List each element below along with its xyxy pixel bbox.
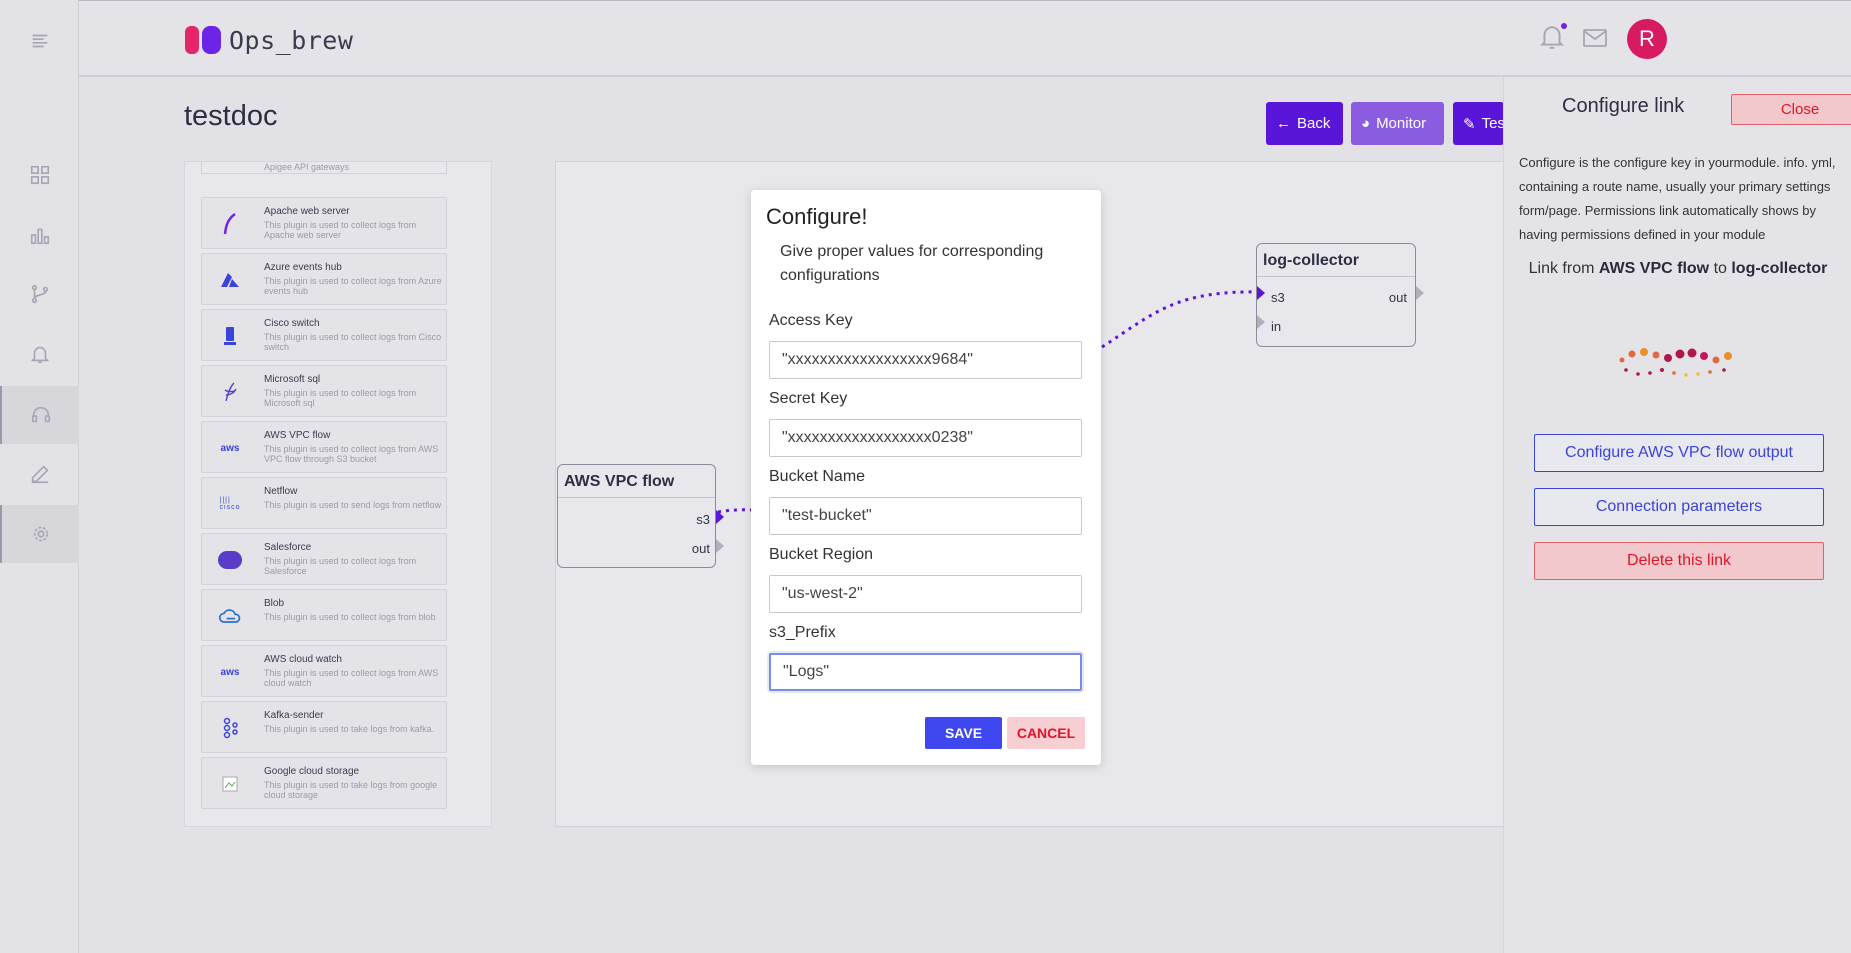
node-log-collector[interactable]: log-collector s3 in out: [1256, 243, 1424, 347]
panel-title: Configure link: [1562, 95, 1685, 117]
list-item[interactable]: Apache web server This plugin is used to…: [201, 197, 447, 249]
top-bar: Ops_brew R: [79, 0, 1851, 77]
port-in: in: [1271, 319, 1282, 334]
port-in-handle[interactable]: [1257, 315, 1265, 329]
bell-icon: [30, 346, 49, 364]
cancel-button[interactable]: CANCEL: [1007, 717, 1085, 749]
list-item[interactable]: |||| cisco Netflow This plugin is used to…: [201, 477, 447, 529]
messages-button[interactable]: [1582, 27, 1608, 49]
list-item[interactable]: Apigee API gateways: [201, 162, 447, 174]
list-item[interactable]: Google cloud storage This plugin is used…: [201, 757, 447, 809]
secret-key-label: Secret Key: [769, 390, 848, 407]
list-item[interactable]: Microsoft sql This plugin is used to col…: [201, 365, 447, 417]
connection-parameters-button[interactable]: Connection parameters: [1534, 488, 1824, 526]
sidebar-item-settings[interactable]: [0, 505, 79, 563]
app-logo[interactable]: Ops_brew: [185, 25, 353, 55]
port-out: out: [691, 541, 710, 556]
link-to: log-collector: [1731, 260, 1828, 277]
bucket-region-label: Bucket Region: [769, 546, 874, 563]
chart-icon: [30, 228, 49, 245]
sidebar-item-analytics[interactable]: [0, 206, 79, 264]
list-item[interactable]: Salesforce This plugin is used to collec…: [201, 533, 447, 585]
azure-icon: [218, 268, 242, 292]
notification-dot: [1561, 23, 1567, 29]
sidebar-item-dashboard[interactable]: [0, 146, 79, 204]
port-s3-handle[interactable]: [716, 510, 724, 524]
aws-icon: aws: [220, 666, 240, 678]
edit-icon: [31, 465, 49, 484]
port-out-handle[interactable]: [1416, 286, 1424, 300]
cloud-icon: [218, 604, 242, 628]
link-summary: Link from AWS VPC flow to log-collector: [1528, 260, 1828, 277]
list-item[interactable]: Blob This plugin is used to collect logs…: [201, 589, 447, 641]
kafka-icon: [218, 716, 242, 740]
close-button[interactable]: Close: [1731, 94, 1851, 125]
list-item[interactable]: Kafka-sender This plugin is used to take…: [201, 701, 447, 753]
access-key-field[interactable]: [769, 341, 1082, 379]
logo-icon: [185, 25, 221, 55]
monitor-button[interactable]: ◕ Monitor: [1351, 102, 1444, 145]
salesforce-icon: [218, 548, 242, 572]
sidebar-item-support[interactable]: [0, 386, 79, 444]
list-item[interactable]: aws AWS VPC flow This plugin is used to …: [201, 421, 447, 473]
switch-icon: [218, 324, 242, 348]
delete-link-button[interactable]: Delete this link: [1534, 542, 1824, 580]
pencil-icon: ✎: [1463, 115, 1476, 133]
sql-icon: [218, 380, 242, 404]
headset-icon: [31, 406, 50, 423]
list-item[interactable]: aws AWS cloud watch This plugin is used …: [201, 645, 447, 697]
page-title: testdoc: [184, 100, 278, 132]
broken-image-icon: [218, 772, 242, 796]
sidebar: [0, 0, 79, 953]
feather-icon: [218, 212, 242, 236]
list-item[interactable]: Azure events hub This plugin is used to …: [201, 253, 447, 305]
arrow-left-icon: ←: [1276, 115, 1291, 132]
port-s3: s3: [696, 512, 710, 527]
list-item[interactable]: Cisco switch This plugin is used to coll…: [201, 309, 447, 361]
sidebar-item-alerts[interactable]: [0, 325, 79, 383]
mail-icon: [1583, 29, 1607, 47]
branch-icon: [31, 284, 48, 304]
port-out: out: [1388, 290, 1407, 305]
panel-description: Configure is the configure key in yourmo…: [1519, 155, 1836, 242]
configure-output-button[interactable]: Configure AWS VPC flow output: [1534, 434, 1824, 472]
link-from: AWS VPC flow: [1598, 260, 1710, 277]
avatar[interactable]: R: [1627, 19, 1667, 59]
bucket-name-label: Bucket Name: [769, 468, 866, 485]
menu-toggle-button[interactable]: [0, 12, 79, 70]
back-button[interactable]: ← Back: [1266, 102, 1343, 145]
cisco-icon: |||| cisco: [219, 497, 241, 511]
aws-icon: aws: [220, 442, 240, 454]
port-s3-in: s3: [1271, 290, 1285, 305]
menu-icon: [32, 34, 47, 48]
bucket-region-field[interactable]: [769, 575, 1082, 613]
port-out-handle[interactable]: [716, 539, 724, 553]
test-button[interactable]: ✎ Test: [1453, 102, 1504, 145]
bucket-name-field[interactable]: [769, 497, 1082, 535]
dialog-subtitle: Give proper values for corresponding con…: [780, 243, 1044, 284]
port-s3-in-handle[interactable]: [1257, 286, 1265, 300]
node-aws-vpc-flow[interactable]: AWS VPC flow s3 out: [557, 464, 724, 568]
pie-chart-icon: ◕: [1361, 115, 1371, 132]
dashboard-icon: [30, 165, 49, 185]
sidebar-item-editor[interactable]: [0, 445, 79, 503]
configure-dialog: Configure! Give proper values for corres…: [751, 190, 1101, 765]
plugin-list: Apigee API gateways Apache web server Th…: [184, 161, 492, 827]
secret-key-field[interactable]: [769, 419, 1082, 457]
access-key-label: Access Key: [769, 312, 853, 329]
configure-link-panel: Configure link Close Configure is the co…: [1503, 77, 1851, 953]
s3-prefix-field[interactable]: [769, 653, 1082, 691]
app-name: Ops_brew: [229, 25, 354, 55]
sidebar-item-pipelines[interactable]: [0, 265, 79, 323]
loading-spinner-icon: [1619, 348, 1732, 377]
s3-prefix-label: s3_Prefix: [769, 624, 836, 641]
notifications-button[interactable]: [1539, 23, 1567, 51]
gear-icon: [33, 526, 48, 542]
dialog-title: Configure!: [766, 204, 868, 229]
save-button[interactable]: SAVE: [925, 717, 1002, 749]
